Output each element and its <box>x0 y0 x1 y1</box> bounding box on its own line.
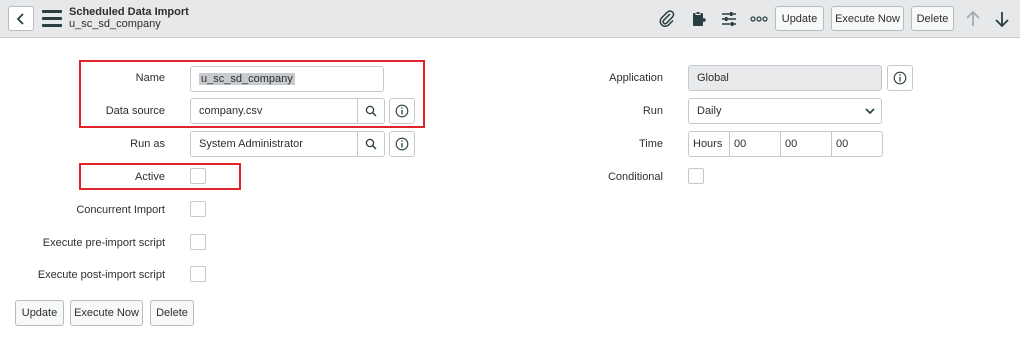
chevron-down-icon <box>865 108 875 115</box>
name-field[interactable]: u_sc_sd_company <box>190 66 384 92</box>
concurrent-import-checkbox[interactable] <box>190 201 206 217</box>
application-label: Application <box>609 72 663 84</box>
run-select-value: Daily <box>697 105 722 117</box>
application-field[interactable]: Global <box>688 65 882 91</box>
search-icon <box>365 138 377 150</box>
time-hours-field[interactable]: 00 <box>729 131 781 157</box>
run-as-info-button[interactable] <box>389 131 415 157</box>
run-as-search-button[interactable] <box>358 131 385 157</box>
arrow-down-icon[interactable] <box>991 8 1013 30</box>
data-source-info-button[interactable] <box>389 98 415 124</box>
run-select[interactable]: Daily <box>688 98 882 124</box>
time-label: Time <box>638 138 663 150</box>
active-label: Active <box>135 171 165 183</box>
time-minutes-field[interactable]: 00 <box>780 131 832 157</box>
run-label: Run <box>642 105 663 117</box>
footer-update-button[interactable]: Update <box>15 300 64 326</box>
info-icon <box>395 137 409 151</box>
data-source-search-button[interactable] <box>358 98 385 124</box>
time-unit-label: Hours <box>688 131 730 157</box>
form-header: Scheduled Data Import u_sc_sd_company Up… <box>0 0 1020 38</box>
footer-delete-button[interactable]: Delete <box>150 300 194 326</box>
more-options-icon[interactable] <box>748 8 770 30</box>
footer-execute-now-button[interactable]: Execute Now <box>70 300 143 326</box>
paperclip-icon[interactable] <box>656 8 678 30</box>
conditional-checkbox[interactable] <box>688 168 704 184</box>
info-icon <box>893 71 907 85</box>
post-import-checkbox[interactable] <box>190 266 206 282</box>
title-block: Scheduled Data Import u_sc_sd_company <box>69 6 189 30</box>
sliders-icon[interactable] <box>718 8 740 30</box>
search-icon <box>365 105 377 117</box>
time-seconds-field[interactable]: 00 <box>831 131 883 157</box>
arrow-up-icon[interactable] <box>962 8 984 30</box>
run-as-field[interactable]: System Administrator <box>190 131 358 157</box>
application-info-button[interactable] <box>887 65 913 91</box>
post-import-label: Execute post-import script <box>37 269 165 281</box>
update-button[interactable]: Update <box>775 6 824 31</box>
page-subtitle: u_sc_sd_company <box>69 18 161 30</box>
conditional-label: Conditional <box>607 171 663 183</box>
pre-import-label: Execute pre-import script <box>42 237 165 249</box>
hamburger-menu-icon[interactable] <box>42 10 62 27</box>
name-value: u_sc_sd_company <box>199 73 295 85</box>
info-icon <box>395 104 409 118</box>
execute-now-button[interactable]: Execute Now <box>831 6 904 31</box>
name-label: Name <box>135 72 165 84</box>
delete-button[interactable]: Delete <box>911 6 954 31</box>
data-source-label: Data source <box>105 105 165 117</box>
active-checkbox[interactable] <box>190 168 206 184</box>
clipboard-icon[interactable] <box>688 8 710 30</box>
chevron-left-icon <box>16 12 24 25</box>
concurrent-import-label: Concurrent Import <box>76 204 165 216</box>
page-title: Scheduled Data Import <box>69 6 189 18</box>
pre-import-checkbox[interactable] <box>190 234 206 250</box>
data-source-field[interactable]: company.csv <box>190 98 358 124</box>
back-button[interactable] <box>8 6 34 31</box>
run-as-label: Run as <box>130 138 165 150</box>
